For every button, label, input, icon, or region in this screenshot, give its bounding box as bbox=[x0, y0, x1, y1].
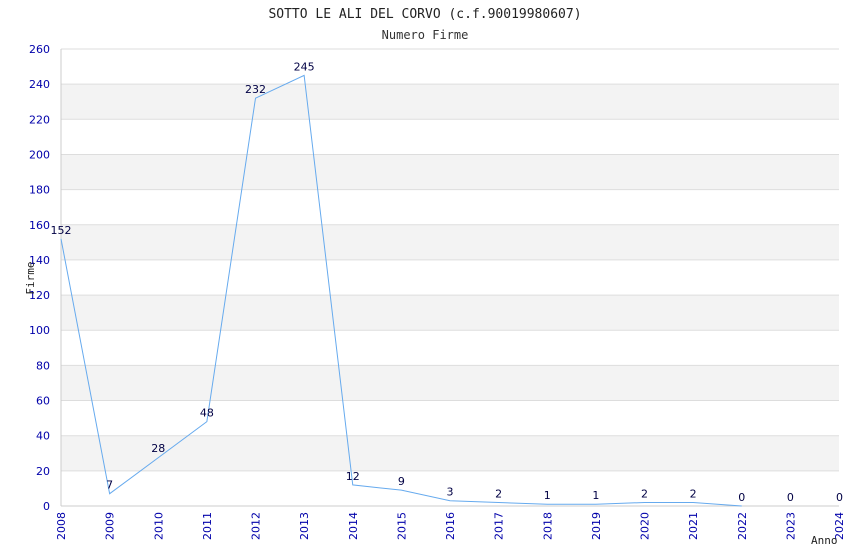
chart-subtitle: Numero Firme bbox=[382, 28, 469, 42]
plot-band bbox=[61, 400, 839, 436]
x-tick-label: 2015 bbox=[395, 512, 408, 540]
data-label: 1 bbox=[592, 489, 599, 502]
data-label: 2 bbox=[641, 487, 648, 500]
data-label: 28 bbox=[151, 442, 165, 455]
data-label: 2 bbox=[690, 487, 697, 500]
y-tick-label: 0 bbox=[43, 500, 50, 513]
data-label: 152 bbox=[51, 224, 72, 237]
plot-band bbox=[61, 295, 839, 331]
plot-band bbox=[61, 189, 839, 225]
data-label: 0 bbox=[738, 491, 745, 504]
x-tick-label: 2016 bbox=[444, 512, 457, 540]
y-tick-label: 40 bbox=[36, 430, 50, 443]
plot-band bbox=[61, 224, 839, 260]
y-tick-label: 60 bbox=[36, 395, 50, 408]
data-label: 1 bbox=[544, 489, 551, 502]
data-label: 232 bbox=[245, 83, 266, 96]
plot-band bbox=[61, 330, 839, 366]
y-tick-label: 220 bbox=[29, 113, 50, 126]
y-tick-label: 260 bbox=[29, 43, 50, 56]
y-tick-label: 100 bbox=[29, 324, 50, 337]
data-label: 0 bbox=[836, 491, 843, 504]
x-tick-label: 2023 bbox=[784, 512, 797, 540]
data-label: 245 bbox=[294, 60, 315, 73]
y-tick-label: 200 bbox=[29, 148, 50, 161]
data-label: 7 bbox=[106, 479, 113, 492]
line-chart: SOTTO LE ALI DEL CORVO (c.f.90019980607)… bbox=[24, 7, 846, 547]
x-tick-label: 2014 bbox=[347, 512, 360, 540]
x-tick-label: 2022 bbox=[736, 512, 749, 540]
plot-band bbox=[61, 154, 839, 190]
data-label: 12 bbox=[346, 470, 360, 483]
plot-background bbox=[61, 49, 839, 506]
y-tick-label: 80 bbox=[36, 359, 50, 372]
x-tick-label: 2010 bbox=[152, 512, 165, 540]
data-label: 2 bbox=[495, 487, 502, 500]
chart-title: SOTTO LE ALI DEL CORVO (c.f.90019980607) bbox=[268, 7, 581, 22]
x-tick-label: 2011 bbox=[201, 512, 214, 540]
x-axis-title: Anno bbox=[811, 534, 838, 547]
x-tick-label: 2019 bbox=[590, 512, 603, 540]
y-tick-label: 180 bbox=[29, 184, 50, 197]
x-tick-label: 2021 bbox=[687, 512, 700, 540]
y-axis-title: Firme bbox=[24, 261, 37, 294]
x-tick-label: 2013 bbox=[298, 512, 311, 540]
y-tick-label: 240 bbox=[29, 78, 50, 91]
plot-band bbox=[61, 365, 839, 401]
x-axis-ticks: 2008 2009 2010 2011 2012 2013 2014 2015 2016 2017… bbox=[55, 512, 846, 540]
x-tick-label: 2008 bbox=[55, 512, 68, 540]
data-label: 0 bbox=[787, 491, 794, 504]
data-label: 3 bbox=[447, 486, 454, 499]
x-tick-label: 2009 bbox=[104, 512, 117, 540]
x-tick-label: 2018 bbox=[541, 512, 554, 540]
x-tick-label: 2020 bbox=[639, 512, 652, 540]
x-tick-label: 2017 bbox=[493, 512, 506, 540]
plot-band bbox=[61, 435, 839, 471]
data-label: 48 bbox=[200, 407, 214, 420]
y-tick-label: 20 bbox=[36, 465, 50, 478]
plot-band bbox=[61, 119, 839, 155]
data-label: 9 bbox=[398, 475, 405, 488]
plot-band bbox=[61, 49, 839, 85]
plot-band bbox=[61, 259, 839, 296]
x-tick-label: 2012 bbox=[250, 512, 263, 540]
plot-band bbox=[61, 84, 839, 120]
y-tick-label: 160 bbox=[29, 219, 50, 232]
